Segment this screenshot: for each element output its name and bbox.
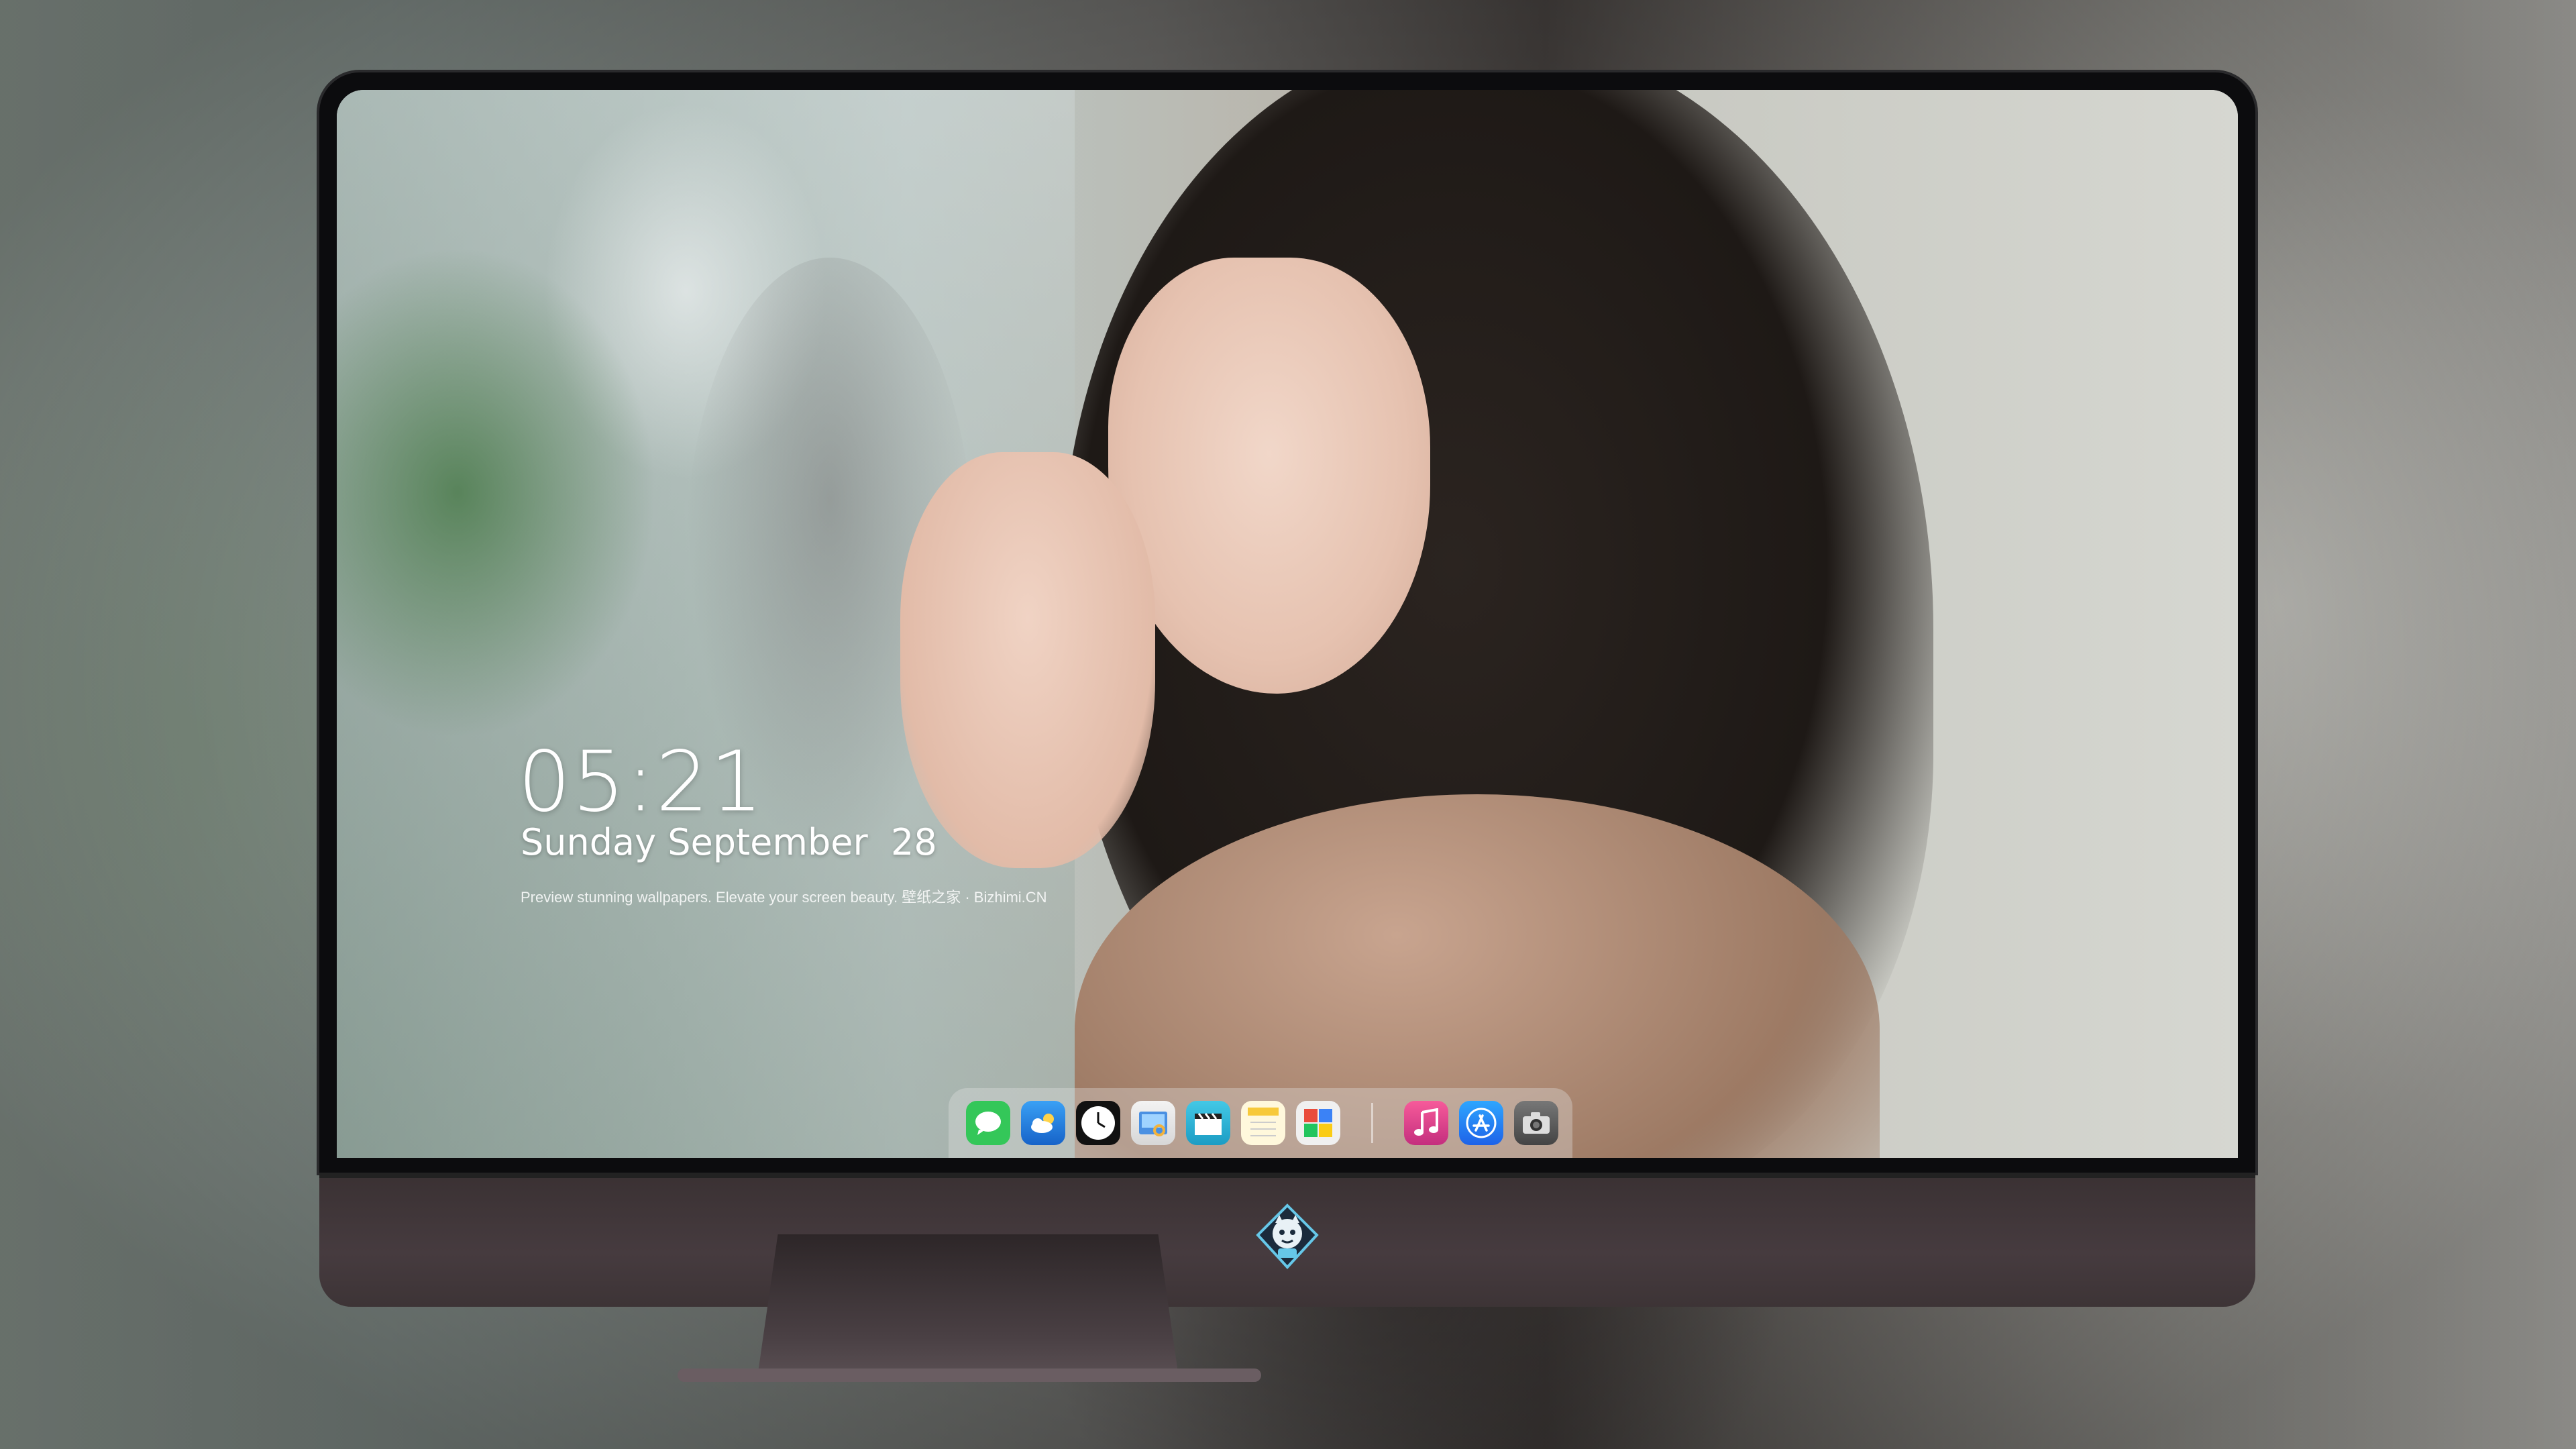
message-bubble-icon[interactable] <box>966 1101 1010 1145</box>
preview-icon[interactable] <box>1131 1101 1175 1145</box>
music-note-icon[interactable] <box>1404 1101 1448 1145</box>
app-store-icon[interactable] <box>1459 1101 1503 1145</box>
dock <box>949 1088 1572 1158</box>
notes-icon[interactable] <box>1241 1101 1285 1145</box>
dock-separator <box>1371 1103 1373 1143</box>
camera-icon[interactable] <box>1514 1101 1558 1145</box>
monitor-stand <box>757 1234 1179 1382</box>
wallpaper-credit: Preview stunning wallpapers. Elevate you… <box>521 889 1047 906</box>
lock-clock: 05:21 <box>518 734 765 830</box>
mascot-logo-icon <box>1254 1203 1321 1270</box>
monitor: 05:21 Sunday September 28 Preview stunni… <box>319 72 2255 1307</box>
lock-date: Sunday September 28 <box>521 821 937 863</box>
monitor-bezel: 05:21 Sunday September 28 Preview stunni… <box>319 72 2255 1173</box>
wallpaper-subject-hands <box>900 452 1155 868</box>
photo-booth-icon[interactable] <box>1296 1101 1340 1145</box>
lock-screen[interactable]: 05:21 Sunday September 28 Preview stunni… <box>337 90 2238 1158</box>
clock-icon[interactable] <box>1076 1101 1120 1145</box>
weather-cloud-icon[interactable] <box>1021 1101 1065 1145</box>
clapperboard-icon[interactable] <box>1186 1101 1230 1145</box>
monitor-stand-base <box>678 1368 1261 1382</box>
